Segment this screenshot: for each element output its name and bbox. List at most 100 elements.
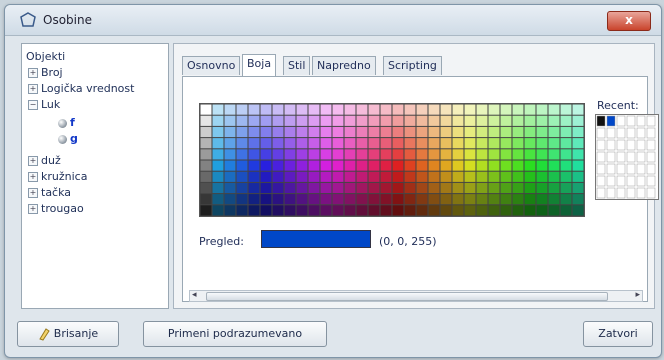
recent-swatch[interactable]: [616, 151, 626, 163]
palette-swatch[interactable]: [272, 182, 284, 194]
tree-item-luk[interactable]: − Luk: [28, 98, 60, 111]
palette-swatch[interactable]: [560, 115, 572, 126]
recent-swatch[interactable]: [636, 127, 646, 139]
palette-swatch[interactable]: [332, 182, 344, 194]
palette-swatch[interactable]: [392, 205, 404, 216]
palette-swatch[interactable]: [236, 205, 248, 216]
palette-swatch[interactable]: [452, 171, 464, 182]
palette-swatch[interactable]: [512, 115, 524, 126]
palette-swatch[interactable]: [464, 149, 476, 160]
recent-swatch[interactable]: [636, 163, 646, 175]
palette-swatch[interactable]: [476, 149, 488, 160]
palette-swatch[interactable]: [548, 149, 560, 160]
recent-swatch[interactable]: [596, 163, 606, 175]
palette-swatch[interactable]: [296, 194, 308, 205]
recent-swatch[interactable]: [596, 151, 606, 163]
palette-swatch[interactable]: [272, 126, 284, 138]
palette-swatch[interactable]: [380, 182, 392, 194]
palette-swatch[interactable]: [536, 115, 548, 126]
palette-swatch[interactable]: [368, 115, 380, 126]
recent-swatch[interactable]: [626, 151, 636, 163]
delete-button[interactable]: Brisanje: [17, 321, 119, 347]
palette-swatch[interactable]: [476, 194, 488, 205]
palette-swatch[interactable]: [308, 205, 320, 216]
palette-swatch[interactable]: [320, 149, 332, 160]
apply-default-button[interactable]: Primeni podrazumevano: [143, 321, 327, 347]
palette-swatch[interactable]: [536, 149, 548, 160]
palette-swatch[interactable]: [524, 205, 536, 216]
palette-swatch[interactable]: [200, 205, 212, 216]
palette-swatch[interactable]: [332, 149, 344, 160]
palette-swatch[interactable]: [404, 160, 416, 171]
palette-swatch[interactable]: [380, 171, 392, 182]
palette-swatch[interactable]: [380, 160, 392, 171]
palette-swatch[interactable]: [452, 194, 464, 205]
palette-swatch[interactable]: [440, 160, 452, 171]
recent-colors[interactable]: [595, 114, 659, 200]
palette-swatch[interactable]: [356, 171, 368, 182]
palette-swatch[interactable]: [356, 205, 368, 216]
palette-swatch[interactable]: [320, 160, 332, 171]
palette-swatch[interactable]: [536, 171, 548, 182]
palette-swatch[interactable]: [464, 171, 476, 182]
palette-swatch[interactable]: [200, 149, 212, 160]
palette-swatch[interactable]: [332, 104, 344, 115]
palette-swatch[interactable]: [404, 149, 416, 160]
palette-swatch[interactable]: [572, 138, 584, 149]
palette-swatch[interactable]: [440, 104, 452, 115]
palette-swatch[interactable]: [320, 104, 332, 115]
palette-swatch[interactable]: [356, 115, 368, 126]
tab-boja[interactable]: Boja: [242, 54, 277, 76]
recent-swatch[interactable]: [646, 139, 656, 151]
palette-swatch[interactable]: [284, 149, 296, 160]
palette-swatch[interactable]: [464, 160, 476, 171]
palette-swatch[interactable]: [200, 160, 212, 171]
recent-swatch[interactable]: [636, 187, 646, 199]
palette-swatch[interactable]: [404, 205, 416, 216]
palette-swatch[interactable]: [428, 194, 440, 205]
palette-swatch[interactable]: [428, 104, 440, 115]
recent-swatch[interactable]: [616, 187, 626, 199]
tree-item-duz[interactable]: + duž: [28, 154, 61, 167]
palette-swatch[interactable]: [488, 182, 500, 194]
palette-swatch[interactable]: [560, 171, 572, 182]
palette-swatch[interactable]: [548, 205, 560, 216]
palette-swatch[interactable]: [524, 104, 536, 115]
recent-swatch[interactable]: [646, 187, 656, 199]
palette-swatch[interactable]: [524, 182, 536, 194]
palette-swatch[interactable]: [500, 126, 512, 138]
palette-swatch[interactable]: [464, 194, 476, 205]
palette-swatch[interactable]: [344, 126, 356, 138]
palette-swatch[interactable]: [308, 104, 320, 115]
palette-swatch[interactable]: [236, 126, 248, 138]
palette-swatch[interactable]: [488, 115, 500, 126]
palette-swatch[interactable]: [524, 115, 536, 126]
palette-swatch[interactable]: [260, 149, 272, 160]
tree-item-g[interactable]: g: [58, 132, 78, 145]
palette-swatch[interactable]: [548, 104, 560, 115]
palette-swatch[interactable]: [428, 171, 440, 182]
palette-swatch[interactable]: [236, 194, 248, 205]
palette-swatch[interactable]: [356, 138, 368, 149]
palette-swatch[interactable]: [392, 182, 404, 194]
recent-swatch[interactable]: [606, 175, 616, 187]
palette-swatch[interactable]: [404, 126, 416, 138]
palette-swatch[interactable]: [452, 126, 464, 138]
palette-swatch[interactable]: [548, 194, 560, 205]
palette-swatch[interactable]: [260, 171, 272, 182]
palette-swatch[interactable]: [236, 149, 248, 160]
palette-swatch[interactable]: [344, 104, 356, 115]
palette-swatch[interactable]: [284, 194, 296, 205]
palette-swatch[interactable]: [224, 205, 236, 216]
palette-swatch[interactable]: [260, 126, 272, 138]
palette-swatch[interactable]: [536, 138, 548, 149]
recent-swatch[interactable]: [606, 163, 616, 175]
palette-swatch[interactable]: [560, 182, 572, 194]
palette-swatch[interactable]: [380, 115, 392, 126]
recent-swatch[interactable]: [596, 139, 606, 151]
palette-swatch[interactable]: [272, 104, 284, 115]
palette-swatch[interactable]: [308, 138, 320, 149]
recent-swatch[interactable]: [626, 115, 636, 127]
palette-swatch[interactable]: [440, 182, 452, 194]
expand-icon[interactable]: +: [28, 188, 38, 198]
